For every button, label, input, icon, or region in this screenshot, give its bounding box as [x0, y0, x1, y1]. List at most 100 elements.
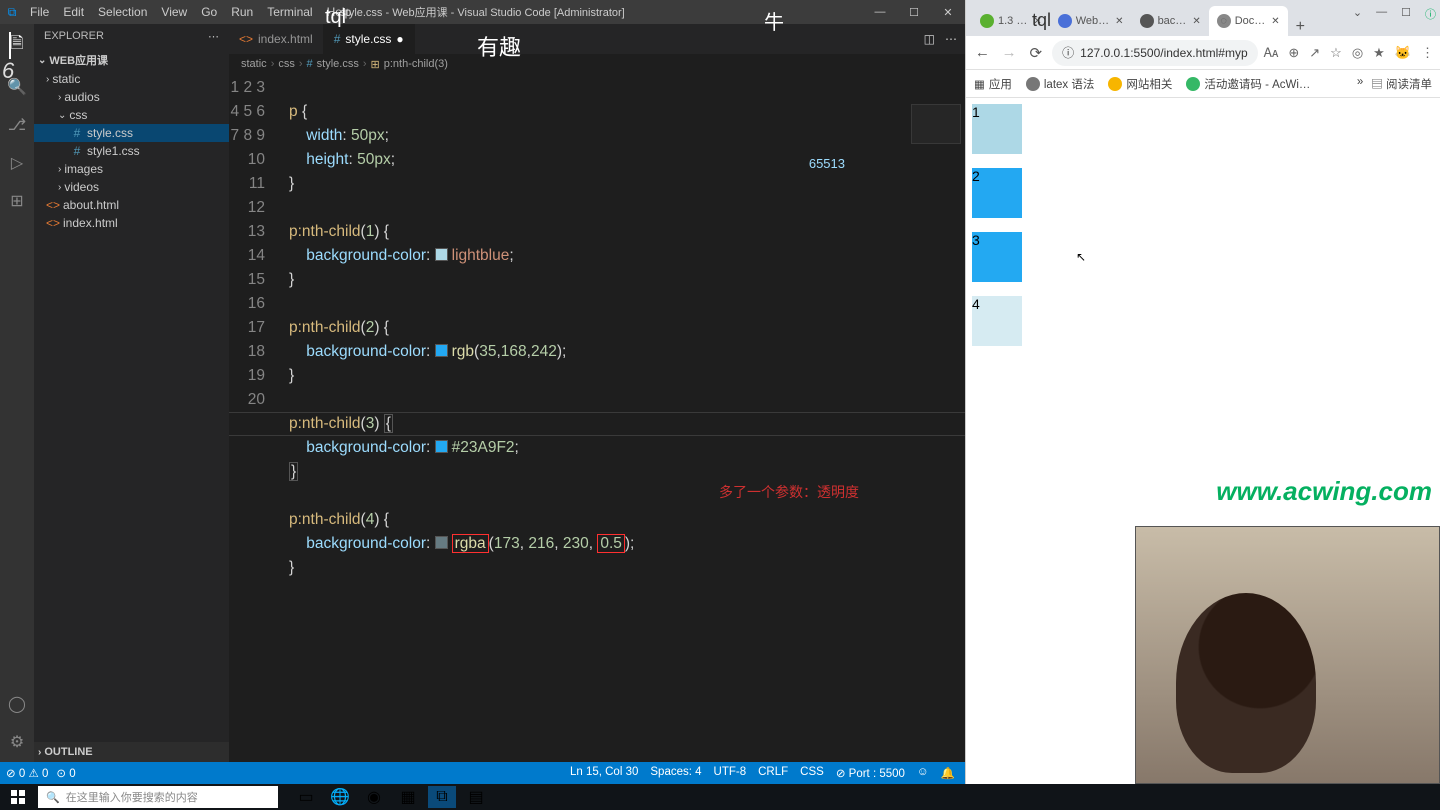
- browser-maximize-icon[interactable]: ☐: [1401, 6, 1411, 22]
- source-control-icon[interactable]: ⎇: [8, 115, 26, 135]
- url-input[interactable]: ⓘ127.0.0.1:5500/index.html#myp: [1052, 40, 1257, 66]
- bookmarks-overflow-icon[interactable]: »: [1357, 76, 1363, 92]
- tree-item-static[interactable]: ›static: [34, 70, 229, 88]
- tab-style-css[interactable]: #style.css●: [324, 24, 415, 54]
- tree-item-videos[interactable]: ›videos: [34, 178, 229, 196]
- status-encoding[interactable]: UTF-8: [714, 766, 747, 780]
- menu-selection[interactable]: Selection: [92, 3, 153, 21]
- errors-count[interactable]: ⊘ 0 ⚠ 0: [6, 766, 48, 780]
- editor-more-icon[interactable]: ⋯: [945, 32, 957, 46]
- random-number-overlay: 65513: [809, 156, 845, 171]
- box-1: 1: [972, 104, 1022, 154]
- status-spaces[interactable]: Spaces: 4: [650, 766, 701, 780]
- browser-tab-1[interactable]: Web…✕: [1050, 6, 1132, 36]
- taskbar-search[interactable]: 🔍在这里输入你要搜索的内容: [38, 786, 278, 808]
- code-editor[interactable]: 1 2 3 4 5 6 7 8 9 10 11 12 13 14 15 16 1…: [229, 74, 965, 762]
- explorer-icon[interactable]: 🗎: [9, 32, 24, 59]
- project-header[interactable]: ⌄WEB应用课: [34, 50, 229, 70]
- menu-edit[interactable]: Edit: [57, 3, 90, 21]
- browser-close-icon[interactable]: ⓘ: [1425, 6, 1436, 22]
- close-icon[interactable]: ✕: [1271, 16, 1279, 27]
- extensions-puzzle-icon[interactable]: ★: [1373, 45, 1385, 61]
- menu-go[interactable]: Go: [195, 3, 223, 21]
- browser-tab-3[interactable]: ◌Doc…✕: [1209, 6, 1288, 36]
- activitybar: 🗎 🔍 ⎇ ▷ ⊞ ◯ ⚙: [0, 24, 34, 762]
- close-icon[interactable]: ✕: [1115, 16, 1123, 27]
- run-debug-icon[interactable]: ▷: [11, 153, 23, 173]
- vscode-taskbar-icon[interactable]: ⧉: [428, 786, 456, 808]
- windows-taskbar[interactable]: 🔍在这里输入你要搜索的内容 ▭ 🌐 ◉ ▦ ⧉ ▤: [0, 784, 1440, 810]
- minimap[interactable]: [911, 104, 961, 144]
- status-lang[interactable]: CSS: [800, 766, 824, 780]
- tree-item-index-html[interactable]: <>index.html: [34, 214, 229, 232]
- back-icon[interactable]: ←: [972, 44, 993, 61]
- port-status[interactable]: ⊙ 0: [56, 766, 75, 780]
- tree-item-css[interactable]: ⌄css: [34, 106, 229, 124]
- close-icon[interactable]: ✕: [1033, 16, 1041, 27]
- search-icon[interactable]: 🔍: [7, 77, 27, 97]
- breadcrumb[interactable]: static› css› #style.css› ⊞p:nth-child(3): [229, 54, 965, 74]
- box-3: 3: [972, 232, 1022, 282]
- bookmark-star-icon[interactable]: ☆: [1330, 45, 1342, 61]
- browser-minimize-icon[interactable]: ⌄: [1353, 6, 1362, 22]
- browser-tab-0[interactable]: 1.3 …✕: [972, 6, 1050, 36]
- editor-tabs: <>index.html #style.css● ◫ ⋯: [229, 24, 965, 54]
- app3-taskbar-icon[interactable]: ▦: [394, 786, 422, 808]
- start-button[interactable]: [0, 784, 36, 810]
- vscode-window: ⧉ File Edit Selection View Go Run Termin…: [0, 0, 965, 784]
- bookmarks-bar: ▦应用 latex 语法 网站相关 活动邀请码 - AcWi… » ▤ 阅读清单: [966, 70, 1440, 98]
- task-view-icon[interactable]: ▭: [292, 786, 320, 808]
- calc-taskbar-icon[interactable]: ▤: [462, 786, 490, 808]
- bookmark-latex[interactable]: latex 语法: [1026, 76, 1095, 92]
- tree-item-style-css[interactable]: #style.css: [34, 124, 229, 142]
- zoom-icon[interactable]: ⊕: [1288, 45, 1299, 61]
- titlebar[interactable]: ⧉ File Edit Selection View Go Run Termin…: [0, 0, 965, 24]
- menu-file[interactable]: File: [24, 3, 55, 21]
- reload-icon[interactable]: ⟳: [1025, 44, 1046, 62]
- feedback-icon[interactable]: ☺: [917, 766, 929, 780]
- site-info-icon[interactable]: ⓘ: [1062, 44, 1074, 61]
- tree-item-about-html[interactable]: <>about.html: [34, 196, 229, 214]
- translate-icon[interactable]: 🗛: [1264, 45, 1279, 61]
- account-icon[interactable]: ◯: [8, 694, 26, 714]
- profile-avatar-icon[interactable]: 🐱: [1395, 45, 1411, 61]
- menubar[interactable]: File Edit Selection View Go Run Terminal…: [24, 3, 357, 21]
- tree-item-images[interactable]: ›images: [34, 160, 229, 178]
- close-icon[interactable]: ✕: [1192, 16, 1200, 27]
- browser-tab-2[interactable]: bac…✕: [1132, 6, 1209, 36]
- browser-minimize2-icon[interactable]: —: [1376, 6, 1387, 22]
- app2-taskbar-icon[interactable]: ◉: [360, 786, 388, 808]
- maximize-icon[interactable]: ☐: [897, 0, 931, 24]
- tab-index-html[interactable]: <>index.html: [229, 24, 324, 54]
- statusbar[interactable]: ⊘ 0 ⚠ 0 ⊙ 0 Ln 15, Col 30 Spaces: 4 UTF-…: [0, 762, 965, 784]
- menu-terminal[interactable]: Terminal: [261, 3, 318, 21]
- bookmark-acwing[interactable]: 活动邀请码 - AcWi…: [1186, 76, 1310, 92]
- ext1-icon[interactable]: ◎: [1352, 45, 1363, 61]
- menu-run[interactable]: Run: [225, 3, 259, 21]
- bell-icon[interactable]: 🔔: [941, 766, 955, 780]
- share-icon[interactable]: ↗: [1309, 45, 1320, 61]
- code-content[interactable]: p { width: 50px; height: 50px; } p:nth-c…: [289, 76, 634, 580]
- reading-list-button[interactable]: ▤ 阅读清单: [1371, 76, 1432, 92]
- settings-icon[interactable]: ⚙: [10, 732, 24, 752]
- annotation-text: 多了一个参数：透明度: [719, 482, 859, 502]
- new-tab-button[interactable]: +: [1288, 18, 1313, 36]
- webcam-feed: [1135, 526, 1440, 784]
- status-lncol[interactable]: Ln 15, Col 30: [570, 766, 638, 780]
- tree-item-audios[interactable]: ›audios: [34, 88, 229, 106]
- status-liveserver[interactable]: ⊘ Port : 5500: [836, 766, 905, 780]
- forward-icon[interactable]: →: [999, 44, 1020, 61]
- apps-shortcut[interactable]: ▦应用: [974, 76, 1012, 92]
- status-eol[interactable]: CRLF: [758, 766, 788, 780]
- extensions-icon[interactable]: ⊞: [10, 191, 23, 211]
- tree-item-style1-css[interactable]: #style1.css: [34, 142, 229, 160]
- bookmark-site[interactable]: 网站相关: [1108, 76, 1172, 92]
- split-editor-icon[interactable]: ◫: [924, 32, 935, 46]
- sidebar-more-icon[interactable]: ⋯: [208, 30, 219, 43]
- chrome-menu-icon[interactable]: ⋮: [1421, 45, 1434, 61]
- close-icon[interactable]: ✕: [931, 0, 965, 24]
- chrome-taskbar-icon[interactable]: 🌐: [326, 786, 354, 808]
- minimize-icon[interactable]: —: [863, 0, 897, 24]
- menu-view[interactable]: View: [155, 3, 193, 21]
- outline-section[interactable]: ›OUTLINE: [34, 742, 229, 762]
